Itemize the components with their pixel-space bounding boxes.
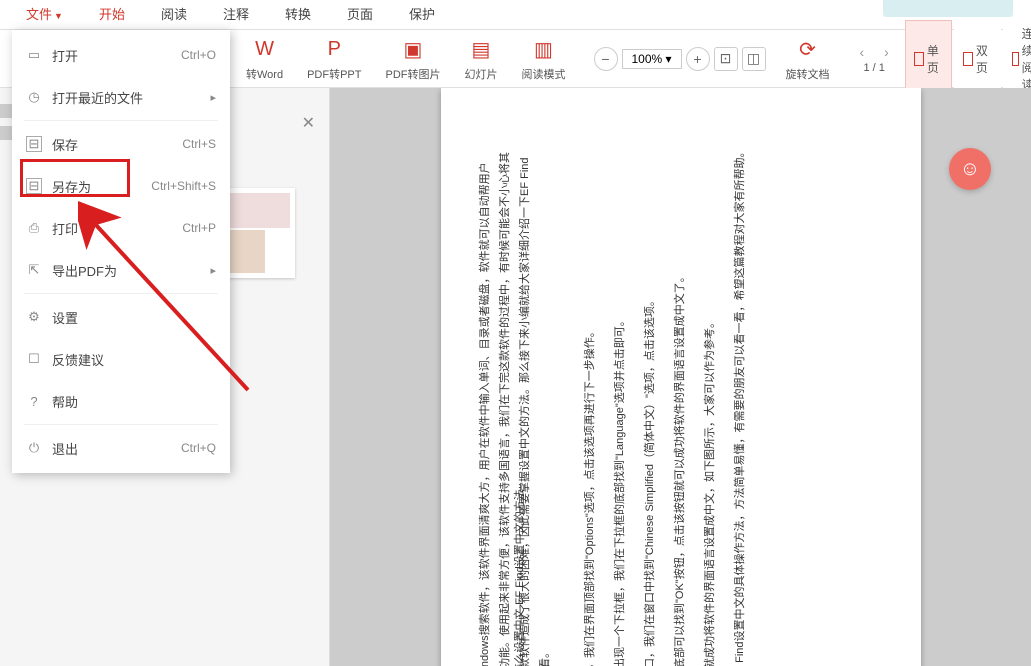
image-icon: ▣ xyxy=(399,36,427,64)
menu-save[interactable]: ⊟ 保存 Ctrl+S xyxy=(12,123,230,165)
menu-open[interactable]: ▭ 打开 Ctrl+O xyxy=(12,34,230,76)
save-as-icon: ⊟ xyxy=(26,178,42,194)
menu-exit[interactable]: ⏻ 退出 Ctrl+Q xyxy=(12,427,230,469)
slideshow-icon: ▤ xyxy=(467,36,495,64)
prev-page-button[interactable]: ‹ xyxy=(860,44,865,60)
chevron-down-icon: ▼ xyxy=(54,11,63,21)
book-icon: ▥ xyxy=(530,36,558,64)
tab-annotate[interactable]: 注释 xyxy=(205,0,267,30)
single-icon xyxy=(914,52,924,66)
save-icon: ⊟ xyxy=(26,136,42,152)
menu-export-pdf[interactable]: ⇱ 导出PDF为 ▸ xyxy=(12,249,230,291)
menu-settings[interactable]: ⚙ 设置 xyxy=(12,296,230,338)
double-icon xyxy=(963,52,973,66)
chevron-right-icon: ▸ xyxy=(210,91,216,104)
ppt-icon: P xyxy=(320,36,348,64)
export-icon: ⇱ xyxy=(26,262,42,278)
to-word-button[interactable]: W 转Word xyxy=(234,33,295,85)
clock-icon: ◷ xyxy=(26,89,42,105)
rotate-icon: ⟳ xyxy=(794,36,822,64)
next-page-button[interactable]: › xyxy=(884,44,889,60)
feedback-floating-button[interactable]: ☺ xyxy=(949,148,991,190)
double-page-button[interactable]: 双页 xyxy=(954,20,1001,98)
tab-file[interactable]: 文件▼ xyxy=(8,0,81,30)
page-number: 1 / 1 xyxy=(863,62,884,74)
menu-tabs: 文件▼ 开始 阅读 注释 转换 页面 保护 xyxy=(0,0,1031,30)
gear-icon: ⚙ xyxy=(26,309,42,325)
continuous-button[interactable]: 连续阅读 xyxy=(1003,20,1031,98)
document-viewport[interactable]: EF Find怎么设置中文-EF Find设置中文的方法 强大的Windows搜… xyxy=(330,88,1031,666)
fit-page-button[interactable]: ◫ xyxy=(742,47,766,71)
zoom-value[interactable]: 100% ▾ xyxy=(622,49,682,69)
rotate-button[interactable]: ⟳ 旋转文档 xyxy=(774,33,842,85)
tab-read[interactable]: 阅读 xyxy=(143,0,205,30)
page-canvas: EF Find怎么设置中文-EF Find设置中文的方法 强大的Windows搜… xyxy=(441,88,921,666)
zoom-in-button[interactable]: + xyxy=(686,47,710,71)
promo-banner xyxy=(883,0,1013,17)
page-thumbnail[interactable] xyxy=(225,188,295,278)
word-icon: W xyxy=(251,36,279,64)
menu-help[interactable]: ? 帮助 xyxy=(12,380,230,422)
close-icon[interactable]: ✕ xyxy=(302,113,315,133)
to-ppt-button[interactable]: P PDF转PPT xyxy=(295,33,373,85)
feedback-icon: ☐ xyxy=(26,351,42,367)
file-dropdown-menu: ▭ 打开 Ctrl+O ◷ 打开最近的文件 ▸ ⊟ 保存 Ctrl+S ⊟ 另存… xyxy=(12,30,230,473)
to-image-button[interactable]: ▣ PDF转图片 xyxy=(374,33,453,85)
exit-icon: ⏻ xyxy=(26,440,42,456)
zoom-group: − 100% ▾ + ⊡ ◫ xyxy=(586,47,774,71)
menu-recent[interactable]: ◷ 打开最近的文件 ▸ xyxy=(12,76,230,118)
zoom-out-button[interactable]: − xyxy=(594,47,618,71)
smile-icon: ☺ xyxy=(960,158,980,181)
single-page-button[interactable]: 单页 xyxy=(905,20,952,98)
tab-protect[interactable]: 保护 xyxy=(391,0,453,30)
open-icon: ▭ xyxy=(26,47,42,63)
menu-feedback[interactable]: ☐ 反馈建议 xyxy=(12,338,230,380)
tab-start[interactable]: 开始 xyxy=(81,0,143,30)
print-icon: ⎙ xyxy=(26,220,42,236)
tab-page[interactable]: 页面 xyxy=(329,0,391,30)
fit-width-button[interactable]: ⊡ xyxy=(714,47,738,71)
tab-convert[interactable]: 转换 xyxy=(267,0,329,30)
slideshow-button[interactable]: ▤ 幻灯片 xyxy=(453,33,510,85)
chevron-right-icon: ▸ xyxy=(210,264,216,277)
view-mode-group: 单页 双页 连续阅读 xyxy=(899,20,1031,98)
page-nav-group: ‹ › 1 / 1 xyxy=(850,44,899,74)
menu-print[interactable]: ⎙ 打印 Ctrl+P xyxy=(12,207,230,249)
read-mode-button[interactable]: ▥ 阅读模式 xyxy=(510,33,578,85)
menu-save-as[interactable]: ⊟ 另存为 Ctrl+Shift+S xyxy=(12,165,230,207)
continuous-icon xyxy=(1012,52,1019,66)
help-icon: ? xyxy=(26,393,42,409)
